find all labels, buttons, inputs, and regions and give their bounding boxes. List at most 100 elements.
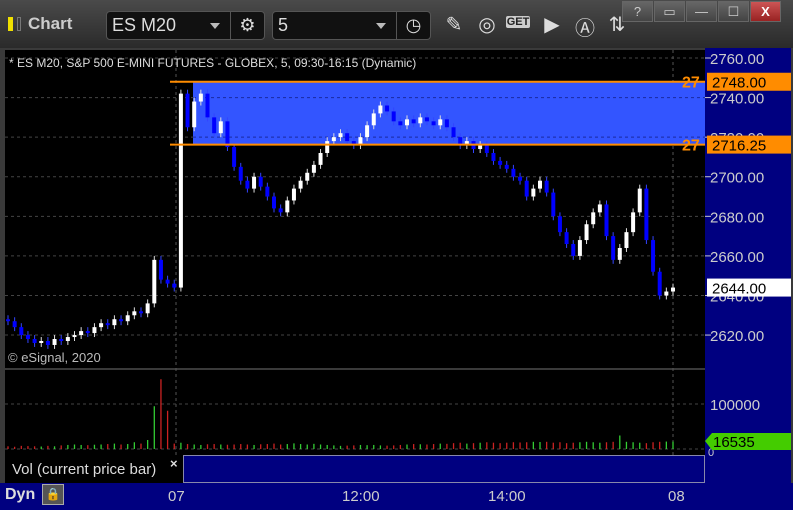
candle xyxy=(192,101,197,128)
candle xyxy=(19,327,24,336)
candle xyxy=(378,105,383,114)
lock-icon[interactable]: 🔒 xyxy=(42,484,64,505)
candle xyxy=(225,121,230,148)
candle xyxy=(152,259,157,304)
candle xyxy=(185,93,190,128)
y-tick-label: 2620.00 xyxy=(710,328,764,345)
candle xyxy=(165,279,170,284)
candle xyxy=(424,117,429,122)
candle xyxy=(644,188,649,241)
candle xyxy=(405,119,409,126)
y-tick-label: 2740.00 xyxy=(710,91,764,108)
candle xyxy=(451,127,456,138)
candle xyxy=(624,232,629,248)
candle xyxy=(631,212,636,233)
candle xyxy=(498,160,503,165)
y-tick-label: 2660.00 xyxy=(710,249,764,266)
last-volume: 16535 xyxy=(713,434,755,451)
x-tick: 12:00 xyxy=(342,488,380,505)
x-tick: 14:00 xyxy=(488,488,526,505)
x-tick: 07 xyxy=(168,488,185,505)
candle xyxy=(245,180,250,189)
candle xyxy=(371,113,376,126)
candle xyxy=(112,319,117,326)
candle xyxy=(491,152,496,161)
candle xyxy=(65,337,70,341)
candle xyxy=(32,339,37,343)
candle xyxy=(478,145,483,150)
candle xyxy=(604,204,609,237)
candle xyxy=(125,315,130,322)
candle xyxy=(318,152,323,165)
chart-header: * ES M20, S&P 500 E-MINI FUTURES - GLOBE… xyxy=(9,56,416,70)
candle xyxy=(411,119,416,124)
candle xyxy=(172,283,177,288)
level-price: 2716.25 xyxy=(712,138,766,155)
candle xyxy=(218,121,223,134)
candle xyxy=(272,196,276,209)
candle xyxy=(6,319,10,322)
candle xyxy=(391,111,396,122)
candle xyxy=(617,247,622,260)
level-tag: 27 xyxy=(682,138,700,155)
candle xyxy=(664,291,669,296)
candle xyxy=(418,117,423,124)
candle xyxy=(557,216,562,233)
candle xyxy=(198,93,203,102)
candle xyxy=(59,339,64,341)
candle xyxy=(139,311,143,314)
candle xyxy=(39,340,44,343)
candle xyxy=(438,119,443,126)
candle xyxy=(325,141,330,153)
candle xyxy=(285,200,290,213)
y-tick-label: 2700.00 xyxy=(710,170,764,187)
candle xyxy=(238,166,243,181)
dynamic-mode-label[interactable]: Dyn xyxy=(5,486,35,504)
candle xyxy=(105,323,110,326)
candle xyxy=(205,93,210,118)
level-price: 2748.00 xyxy=(712,75,766,92)
candle xyxy=(651,240,656,272)
x-tick: 08 xyxy=(668,488,685,505)
price-chart[interactable]: 2760.002740.002720.002700.002680.002660.… xyxy=(0,0,793,510)
candle xyxy=(504,164,509,169)
candle xyxy=(431,121,436,126)
volume-study-label: Vol (current price bar) xyxy=(5,455,183,483)
copyright: © eSignal, 2020 xyxy=(8,350,101,365)
candle xyxy=(524,180,529,197)
candle xyxy=(564,232,569,245)
candle xyxy=(591,212,596,225)
candle xyxy=(291,188,296,201)
candle xyxy=(79,331,84,336)
volume-panel xyxy=(5,370,705,455)
close-study-icon[interactable]: × xyxy=(170,456,178,471)
candle xyxy=(571,244,576,256)
candle xyxy=(338,133,343,138)
candle xyxy=(611,236,616,260)
study-panel xyxy=(183,455,705,483)
candle xyxy=(158,259,163,280)
candle xyxy=(12,321,17,328)
candle xyxy=(538,180,542,189)
candle xyxy=(365,125,370,138)
candle xyxy=(331,137,336,142)
candle xyxy=(444,119,449,128)
candle xyxy=(305,172,310,181)
level-tag: 27 xyxy=(682,75,700,92)
candle xyxy=(577,240,582,256)
candle xyxy=(531,188,536,197)
candle xyxy=(132,311,137,316)
candle xyxy=(311,164,316,173)
candle xyxy=(278,208,283,213)
candle xyxy=(544,180,549,193)
candle xyxy=(345,133,350,142)
candle xyxy=(212,117,217,134)
candle xyxy=(398,121,403,126)
last-price: 2644.00 xyxy=(712,281,766,298)
candle xyxy=(551,192,556,217)
candle xyxy=(584,224,589,241)
candle xyxy=(25,335,30,340)
candle xyxy=(671,287,675,292)
candle xyxy=(119,319,124,322)
y-tick-label: 2680.00 xyxy=(710,209,764,226)
